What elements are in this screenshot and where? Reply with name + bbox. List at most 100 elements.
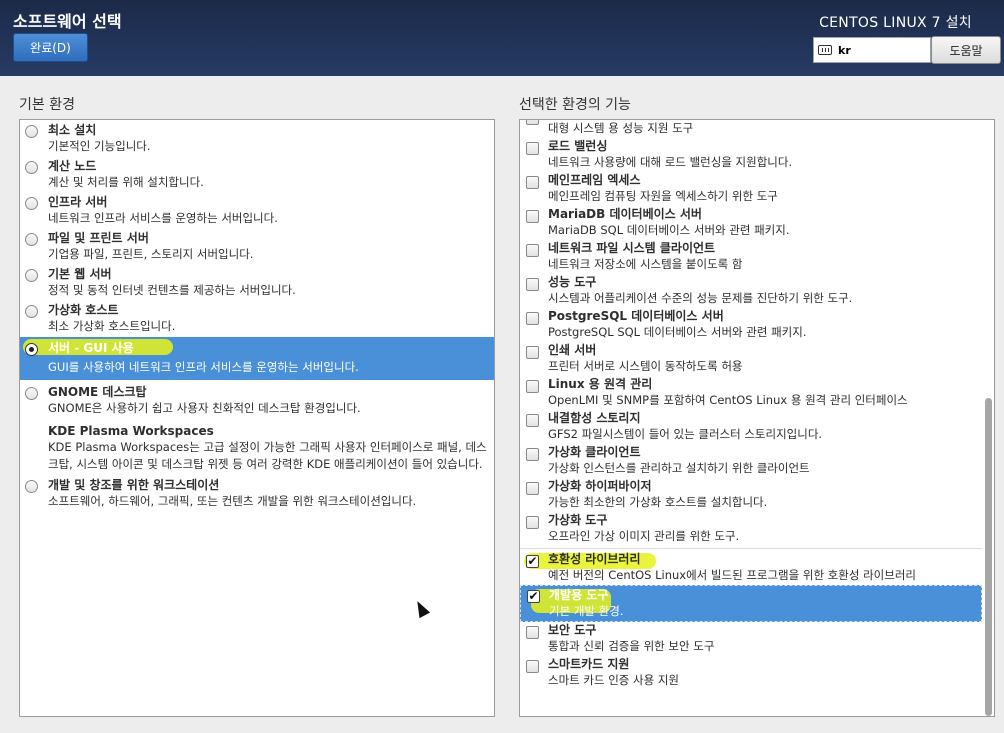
env-item-title: 최소 설치 <box>48 123 97 137</box>
addon-item-load-balancer[interactable]: 로드 밸런싱 네트워크 사용량에 대해 로드 밸런싱을 지원합니다. <box>520 138 982 172</box>
addon-item-virtualization-client[interactable]: 가상화 클라이언트 가상화 인스턴스를 관리하고 설치하기 위한 클라이언트 <box>520 444 982 478</box>
radio-button[interactable] <box>25 387 38 400</box>
checkbox[interactable] <box>526 142 539 155</box>
checkbox[interactable] <box>526 660 539 673</box>
checkbox[interactable] <box>526 176 539 189</box>
addon-item-resilient-storage[interactable]: 내결함성 스토리지 GFS2 파일시스템이 들어 있는 클러스터 스토리지입니다… <box>520 410 982 444</box>
checkbox[interactable] <box>526 210 539 223</box>
checkbox[interactable] <box>526 626 539 639</box>
addon-item-mainframe-access[interactable]: 메인프레임 엑세스 메인프레임 컴퓨팅 자원을 엑세스하기 위한 도구 <box>520 172 982 206</box>
env-item-basic-web-server[interactable]: 기본 웹 서버 정적 및 동적 인터넷 컨텐츠를 제공하는 서버입니다. <box>20 265 494 301</box>
env-item-desc: GUI를 사용하여 네트워크 인프라 서비스를 운영하는 서버입니다. <box>48 360 359 374</box>
radio-button[interactable] <box>25 125 38 138</box>
env-item-title: GNOME 데스크탑 <box>48 385 147 399</box>
addon-item-title: 내결함성 스토리지 <box>548 411 641 425</box>
checkbox[interactable] <box>526 312 539 325</box>
keyboard-icon <box>818 45 832 55</box>
env-item-title: KDE Plasma Workspaces <box>48 424 214 438</box>
addon-item-title: 로드 밸런싱 <box>548 139 608 153</box>
env-item-desc: 네트워크 인프라 서비스를 운영하는 서버입니다. <box>48 211 278 225</box>
addon-item-desc: GFS2 파일시스템이 들어 있는 클러스터 스토리지입니다. <box>548 427 823 441</box>
addon-item-desc: OpenLMI 및 SNMP를 포함하여 CentOS Linux 용 원격 관… <box>548 393 908 407</box>
addon-item-mariadb[interactable]: MariaDB 데이터베이스 서버 MariaDB SQL 데이터베이스 서버와… <box>520 206 982 240</box>
addon-item-performance-tools[interactable]: 성능 도구 시스템과 어플리케이션 수준의 성능 문제를 진단하기 위한 도구. <box>520 274 982 308</box>
addon-item-virtualization-hypervisor[interactable]: 가상화 하이퍼바이저 가능한 최소한의 가상화 호스트를 설치합니다. <box>520 478 982 512</box>
addon-item-desc: MariaDB SQL 데이터베이스 서버와 관련 패키지. <box>548 223 790 237</box>
env-item-title: 인프라 서버 <box>48 195 108 209</box>
addon-item-postgresql[interactable]: PostgreSQL 데이터베이스 서버 PostgreSQL SQL 데이터베… <box>520 308 982 342</box>
addon-item-virtualization-tools[interactable]: 가상화 도구 오프라인 가상 이미지 관리를 위한 도구. <box>520 512 982 546</box>
addons-section-label: 선택한 환경의 기능 <box>519 97 631 113</box>
addon-item-print-server[interactable]: 인쇄 서버 프린터 서버로 시스템이 동작하도록 허용 <box>520 342 982 376</box>
addon-item-desc: 프린터 서버로 시스템이 동작하도록 허용 <box>548 359 743 373</box>
addon-item-desc: 시스템과 어플리케이션 수준의 성능 문제를 진단하기 위한 도구. <box>548 291 853 305</box>
addon-item-title: 메인프레임 엑세스 <box>548 173 641 187</box>
radio-button[interactable] <box>25 161 38 174</box>
radio-button[interactable] <box>25 305 38 318</box>
env-item-title: 계산 노드 <box>48 159 97 173</box>
radio-button-selected[interactable] <box>25 343 38 356</box>
checkbox[interactable] <box>526 448 539 461</box>
page-title: 소프트웨어 선택 <box>13 12 122 31</box>
addon-item-title: 호환성 라이브러리 <box>548 552 641 566</box>
addon-item-title: PostgreSQL 데이터베이스 서버 <box>548 309 724 323</box>
addon-item-title: 성능 도구 <box>548 275 597 289</box>
env-item-desc: 계산 및 처리를 위해 설치합니다. <box>48 175 204 189</box>
checkbox-checked[interactable]: ✔ <box>527 590 540 603</box>
addon-divider <box>520 548 982 549</box>
checkbox[interactable] <box>526 346 539 359</box>
keyboard-layout-value: kr <box>838 43 851 57</box>
addon-item-title: 가상화 하이퍼바이저 <box>548 479 652 493</box>
checkbox[interactable] <box>526 244 539 257</box>
addon-item-development-tools[interactable]: ✔ 개발용 도구 기본 개발 환경. <box>520 585 982 622</box>
install-title: CENTOS LINUX 7 설치 <box>819 15 972 31</box>
addon-scrollbar[interactable] <box>985 123 992 716</box>
env-item-virtualization-host[interactable]: 가상화 호스트 최소 가상화 호스트입니다. <box>20 301 494 337</box>
radio-button[interactable] <box>25 233 38 246</box>
scroll-thumb[interactable] <box>985 398 992 716</box>
addon-item-nfs-client[interactable]: 네트워크 파일 시스템 클라이언트 네트워크 저장소에 시스템을 붙이도록 함 <box>520 240 982 274</box>
env-item-dev-workstation[interactable]: 개발 및 창조를 위한 워크스테이션 소프트웨어, 하드웨어, 그래픽, 또는 … <box>20 476 494 512</box>
addon-item-title: 네트워크 파일 시스템 클라이언트 <box>548 241 716 255</box>
checkbox[interactable] <box>526 414 539 427</box>
env-item-minimal[interactable]: 최소 설치 기본적인 기능입니다. <box>20 121 494 157</box>
env-item-title: 개발 및 창조를 위한 워크스테이션 <box>48 478 220 492</box>
addon-item-desc: PostgreSQL SQL 데이터베이스 서버와 관련 패키지. <box>548 325 807 339</box>
addon-item-title: MariaDB 데이터베이스 서버 <box>548 207 702 221</box>
env-item-desc: KDE Plasma Workspaces는 고급 설정이 가능한 그래픽 사용… <box>48 440 487 471</box>
env-item-file-print-server[interactable]: 파일 및 프린트 서버 기업용 파일, 프린트, 스토리지 서버입니다. <box>20 229 494 265</box>
env-item-title: 가상화 호스트 <box>48 303 119 317</box>
env-item-desc: 정적 및 동적 인터넷 컨텐츠를 제공하는 서버입니다. <box>48 283 296 297</box>
checkbox[interactable] <box>526 380 539 393</box>
checkbox-checked[interactable]: ✔ <box>526 555 539 568</box>
done-button[interactable]: 완료(D) <box>13 33 88 62</box>
addon-item-desc: 가상화 인스턴스를 관리하고 설치하기 위한 클라이언트 <box>548 461 810 475</box>
env-item-title: 기본 웹 서버 <box>48 267 112 281</box>
help-button[interactable]: 도움말 <box>931 36 1001 64</box>
radio-button[interactable] <box>25 480 38 493</box>
addon-list: 대형 시스템 용 성능 지원 도구 로드 밸런싱 네트워크 사용량에 대해 로드… <box>519 119 995 717</box>
addon-item-compat-libraries[interactable]: ✔ 호환성 라이브러리 예전 버전의 CentOS Linux에서 빌드된 프로… <box>520 551 982 585</box>
env-item-desc: GNOME은 사용하기 쉽고 사용자 친화적인 데스크탑 환경입니다. <box>48 401 361 415</box>
env-item-gnome-desktop[interactable]: GNOME 데스크탑 GNOME은 사용하기 쉽고 사용자 친화적인 데스크탑 … <box>20 380 494 419</box>
env-item-server-with-gui[interactable]: 서버 - GUI 사용 GUI를 사용하여 네트워크 인프라 서비스를 운영하는… <box>20 337 494 380</box>
addon-item-desc: 네트워크 사용량에 대해 로드 밸런싱을 지원합니다. <box>548 155 793 169</box>
checkbox[interactable] <box>526 120 539 125</box>
env-item-desc: 최소 가상화 호스트입니다. <box>48 319 176 333</box>
env-item-kde-plasma[interactable]: KDE Plasma Workspaces KDE Plasma Workspa… <box>20 419 494 476</box>
radio-button[interactable] <box>25 197 38 210</box>
addon-item-desc: 스마트 카드 인증 사용 지원 <box>548 673 680 687</box>
checkbox[interactable] <box>526 278 539 291</box>
env-item-compute-node[interactable]: 계산 노드 계산 및 처리를 위해 설치합니다. <box>20 157 494 193</box>
addon-item-desc: 가능한 최소한의 가상화 호스트를 설치합니다. <box>548 495 768 509</box>
addon-item-remote-management[interactable]: Linux 용 원격 관리 OpenLMI 및 SNMP를 포함하여 CentO… <box>520 376 982 410</box>
keyboard-layout-field[interactable]: kr <box>813 37 931 63</box>
addon-item-performance[interactable]: 대형 시스템 용 성능 지원 도구 <box>520 120 982 138</box>
addon-item-security-tools[interactable]: 보안 도구 통합과 신뢰 검증을 위한 보안 도구 <box>520 622 982 656</box>
radio-button[interactable] <box>25 269 38 282</box>
checkbox[interactable] <box>526 482 539 495</box>
checkbox[interactable] <box>526 516 539 529</box>
env-item-infrastructure-server[interactable]: 인프라 서버 네트워크 인프라 서비스를 운영하는 서버입니다. <box>20 193 494 229</box>
addon-item-smartcard[interactable]: 스마트카드 지원 스마트 카드 인증 사용 지원 <box>520 656 982 690</box>
env-item-title: 파일 및 프린트 서버 <box>48 231 149 245</box>
